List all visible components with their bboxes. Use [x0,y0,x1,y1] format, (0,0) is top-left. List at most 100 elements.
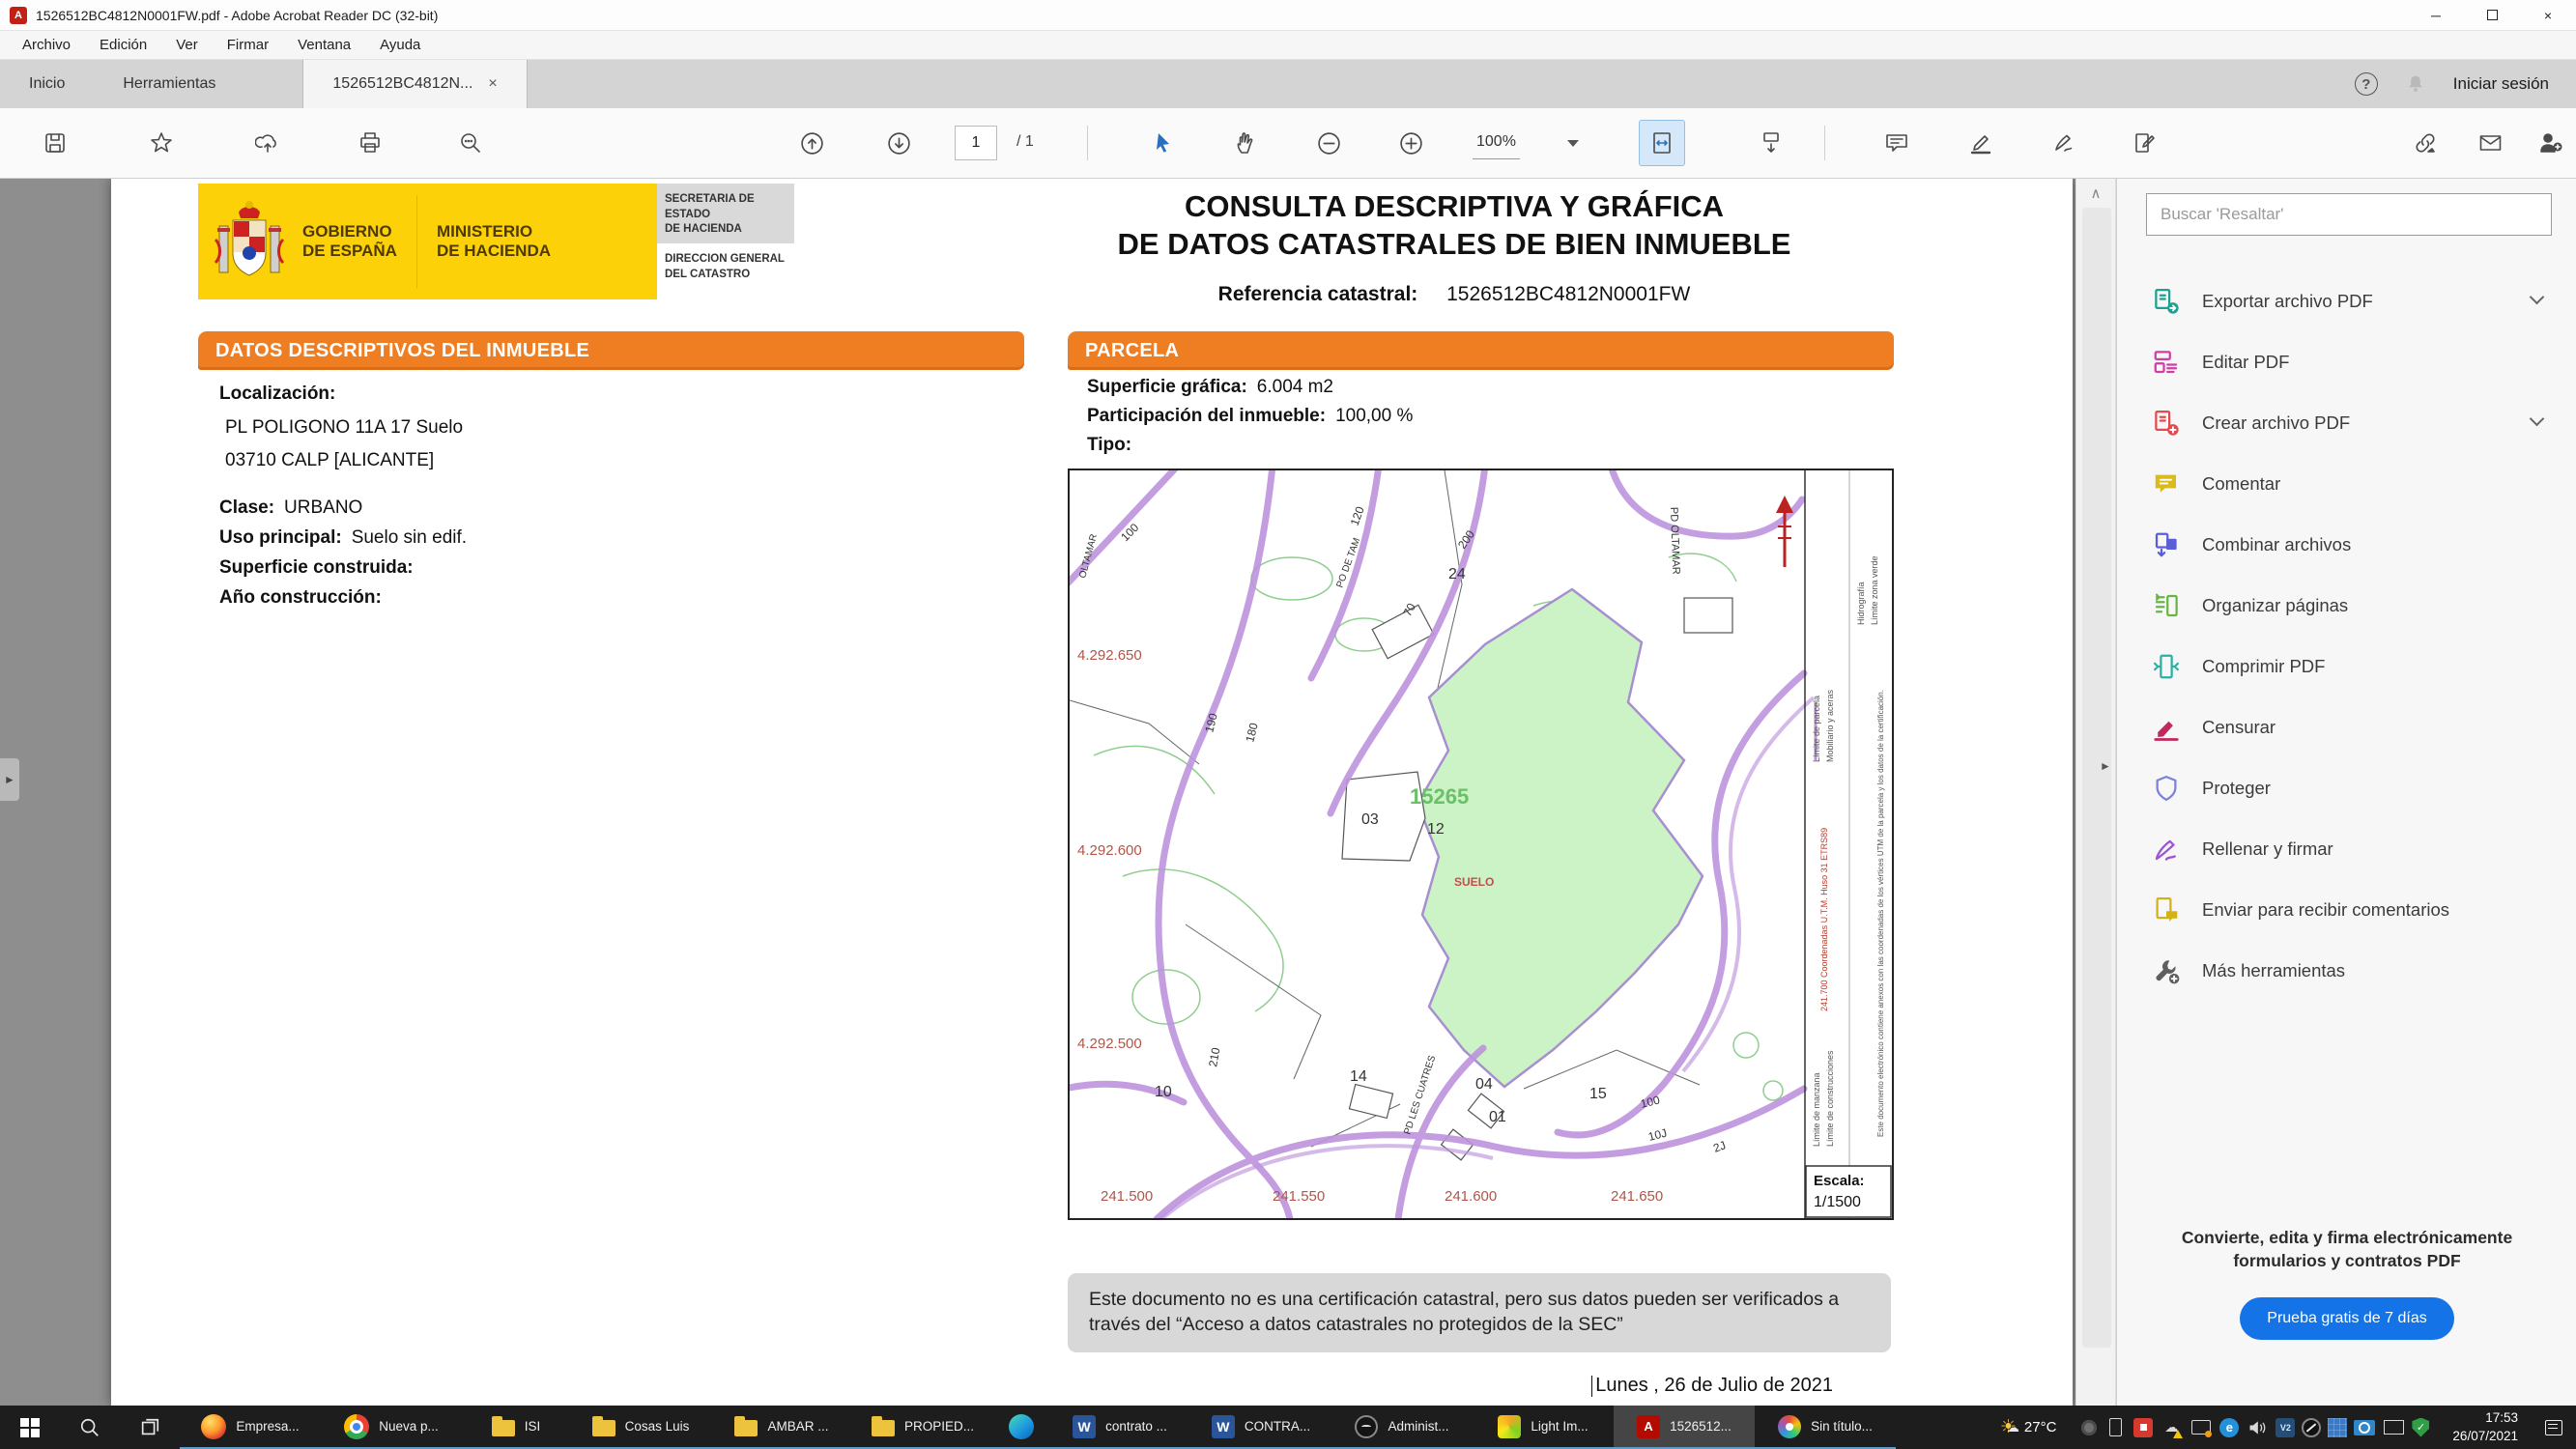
close-button[interactable]: × [2520,0,2576,31]
bell-icon[interactable] [2405,72,2426,96]
tool-exportar-pdf[interactable]: Exportar archivo PDF [2117,270,2576,331]
task-view-button[interactable] [120,1406,180,1449]
star-icon [149,130,174,156]
tool-combinar-archivos[interactable]: Combinar archivos [2117,514,2576,575]
folder-icon [492,1420,515,1436]
taskbar-app-chrome[interactable]: Nueva p... [321,1406,462,1449]
taskbar-doc-contrato[interactable]: Wcontrato ... [1049,1406,1190,1449]
page-scrolling-button[interactable] [1748,120,1794,166]
zoom-level-control[interactable]: 100% [1473,133,1520,159]
tool-rellenar-firmar[interactable]: Rellenar y firmar [2117,818,2576,879]
close-tab-icon[interactable]: × [488,75,497,93]
tab-inicio[interactable]: Inicio [0,60,94,108]
share-link-button[interactable] [2402,120,2448,166]
highlight-tool-button[interactable] [1958,120,2004,166]
fill-sign-tool-button[interactable] [2122,120,2168,166]
tool-censurar[interactable]: Censurar [2117,696,2576,757]
tool-editar-pdf[interactable]: Editar PDF [2117,331,2576,392]
tool-comentar[interactable]: Comentar [2117,453,2576,514]
promo-text: Convierte, edita y firma electrónicament… [2117,1227,2576,1272]
cloud-upload-button[interactable] [244,120,291,166]
referencia-label: Referencia catastral: [1218,283,1418,305]
tray-defender-icon[interactable]: ✓ [2412,1418,2429,1437]
taskbar-doc-contra[interactable]: WCONTRA... [1190,1406,1331,1449]
taskbar-folder-ambar[interactable]: AMBAR ... [711,1406,852,1449]
edge-icon [1009,1414,1034,1439]
page-number-input[interactable]: 1 [955,126,997,160]
star-button[interactable] [138,120,185,166]
zoom-in-button[interactable] [1388,120,1434,166]
tool-enviar-comentarios[interactable]: Enviar para recibir comentarios [2117,879,2576,940]
tool-comprimir-pdf[interactable]: Comprimir PDF [2117,636,2576,696]
sign-tool-button[interactable] [2042,120,2088,166]
tray-red-app-icon[interactable] [2133,1418,2153,1437]
chevron-down-icon[interactable] [2530,412,2545,427]
taskbar-search-button[interactable] [60,1406,120,1449]
minimize-button[interactable]: ─ [2408,0,2464,31]
tray-grid-app-icon[interactable] [2328,1418,2347,1437]
menu-ver[interactable]: Ver [161,31,213,60]
tray-phone-icon[interactable] [2104,1416,2127,1439]
add-user-button[interactable] [2528,120,2574,166]
taskbar-folder-isi[interactable]: ISI [462,1406,570,1449]
tray-display-icon[interactable] [2382,1416,2405,1439]
zoom-out-button[interactable] [1305,120,1352,166]
hand-tool-button[interactable] [1223,120,1270,166]
menu-archivo[interactable]: Archivo [8,31,85,60]
tool-mas-herramientas[interactable]: Más herramientas [2117,940,2576,1001]
taskbar-app-firefox[interactable]: Empresa... [180,1406,321,1449]
comment-tool-button[interactable] [1874,120,1920,166]
taskbar-folder-propiedades[interactable]: PROPIED... [852,1406,993,1449]
free-trial-button[interactable]: Prueba gratis de 7 días [2240,1297,2453,1340]
menu-edicion[interactable]: Edición [85,31,161,60]
page-down-button[interactable] [875,120,922,166]
chevron-down-icon[interactable] [2530,290,2545,305]
firefox-icon [201,1414,226,1439]
email-button[interactable] [2467,120,2513,166]
menu-ventana[interactable]: Ventana [283,31,365,60]
sign-in-button[interactable]: Iniciar sesión [2453,74,2549,94]
tray-v2-icon[interactable]: V2 [2275,1418,2295,1437]
taskbar-app-light-image[interactable]: Light Im... [1473,1406,1614,1449]
page-up-button[interactable] [788,120,835,166]
tray-screen-icon[interactable] [2190,1416,2213,1439]
tray-status-icon[interactable] [2081,1420,2097,1435]
taskbar-weather[interactable]: ☀ 27°C [1985,1406,2073,1449]
vertical-scrollbar[interactable]: ∧ [2075,179,2116,1406]
tab-herramientas[interactable]: Herramientas [94,60,244,108]
tool-organizar-paginas[interactable]: Organizar páginas [2117,575,2576,636]
save-button[interactable] [32,120,78,166]
left-pane-toggle[interactable]: ► [0,758,19,801]
tray-camera-icon[interactable] [2354,1420,2375,1435]
select-tool-button[interactable] [1139,120,1186,166]
help-icon[interactable]: ? [2355,72,2378,96]
scroll-up-icon[interactable]: ∧ [2076,185,2115,202]
tool-crear-pdf[interactable]: Crear archivo PDF [2117,392,2576,453]
menu-ayuda[interactable]: Ayuda [365,31,435,60]
taskbar-app-paint[interactable]: Sin título... [1755,1406,1896,1449]
fit-width-button[interactable] [1639,120,1685,166]
tray-satellite-icon[interactable] [2302,1418,2321,1437]
maximize-button[interactable] [2464,0,2520,31]
text-cursor [1591,1376,1593,1397]
taskbar-app-administrador[interactable]: Administ... [1331,1406,1473,1449]
notification-center-button[interactable] [2532,1406,2576,1449]
tray-cloud-warning-icon[interactable]: ☁ [2160,1416,2183,1439]
taskbar-app-edge[interactable] [993,1406,1049,1449]
zoom-dropdown-button[interactable] [1560,120,1587,166]
search-input[interactable] [2146,193,2552,236]
taskbar-folder-cosas-luis[interactable]: Cosas Luis [570,1406,711,1449]
menu-firmar[interactable]: Firmar [213,31,283,60]
print-button[interactable] [347,120,393,166]
taskbar-clock[interactable]: 17:53 26/07/2021 [2439,1406,2532,1449]
weather-icon: ☀ [2000,1416,2017,1438]
tool-proteger[interactable]: Proteger [2117,757,2576,818]
tray-skype-icon[interactable]: e [2219,1418,2239,1437]
tools-pane-toggle[interactable]: ► [2097,747,2114,785]
tray-volume-icon[interactable] [2246,1416,2269,1439]
start-button[interactable] [0,1406,60,1449]
svg-text:PD OLTAMAR: PD OLTAMAR [1668,507,1681,575]
tab-document[interactable]: 1526512BC4812N... × [302,60,527,108]
search-button[interactable] [447,120,494,166]
taskbar-app-acrobat[interactable]: A1526512... [1614,1406,1755,1449]
